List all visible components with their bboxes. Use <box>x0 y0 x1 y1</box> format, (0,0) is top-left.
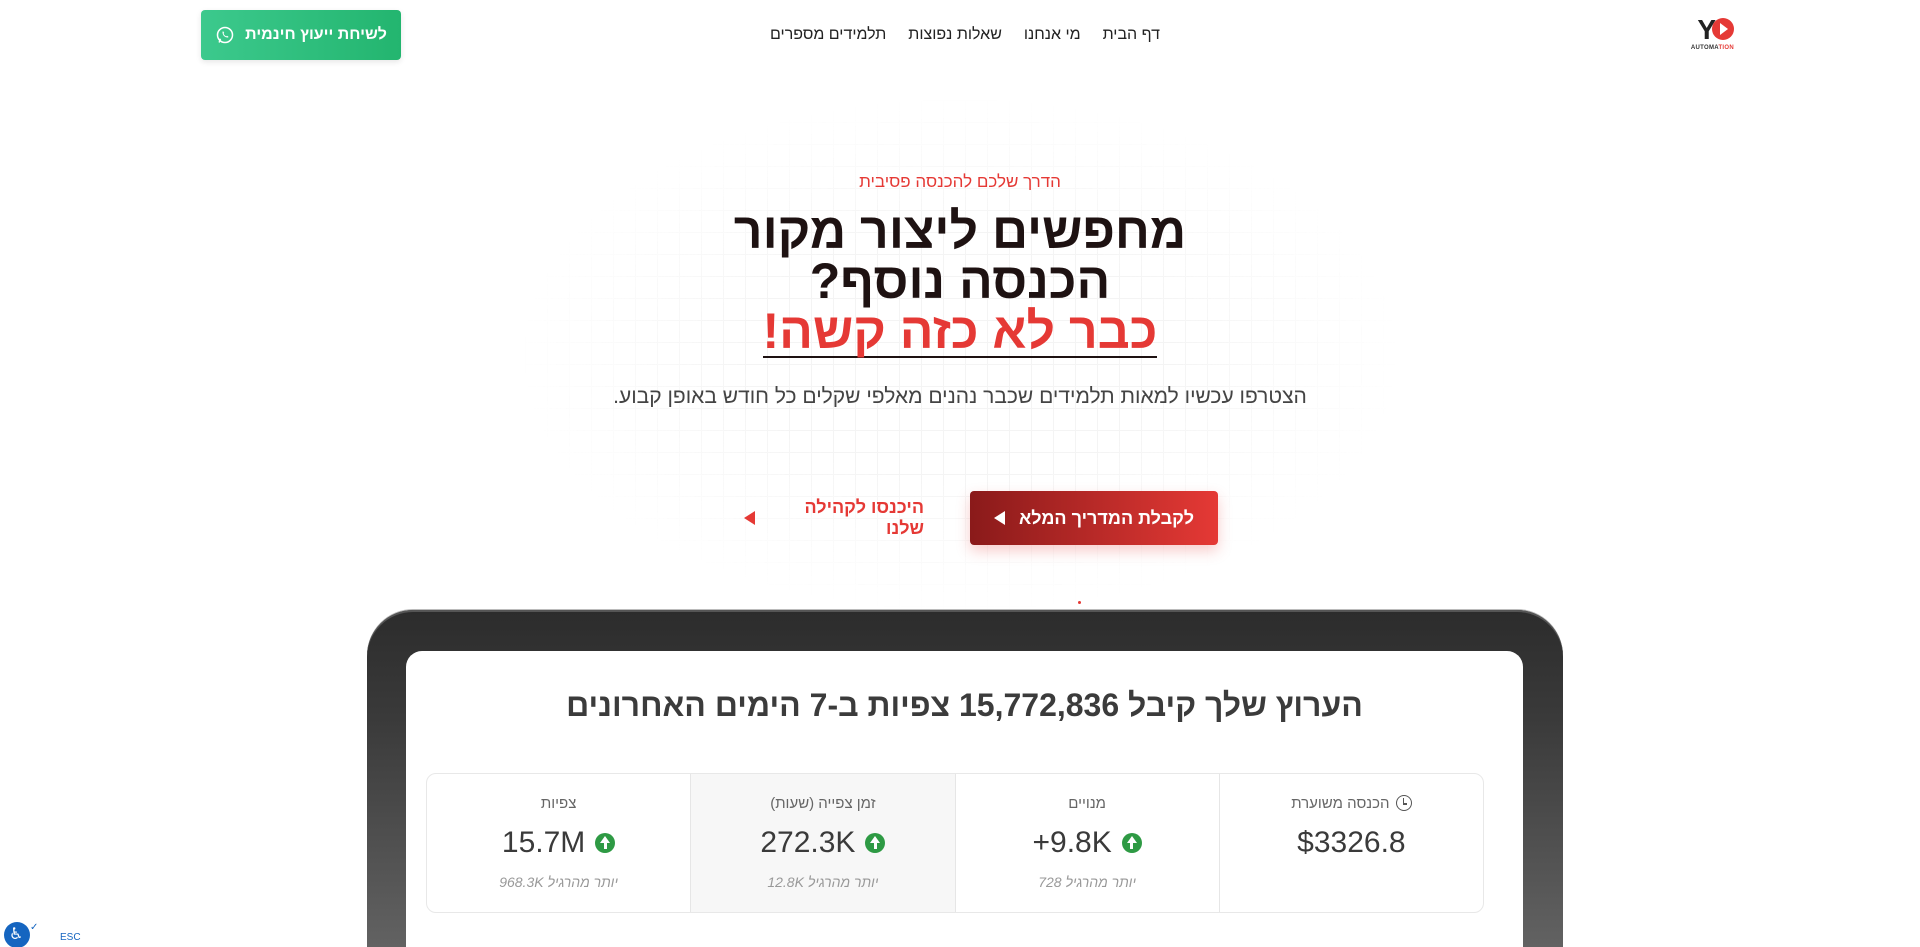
arrow-up-icon <box>1121 833 1142 853</box>
stat-value: 272.3K <box>760 826 856 859</box>
nav-item-home[interactable]: דף הבית <box>1103 26 1160 44</box>
nav-item-testimonials[interactable]: תלמידים מספרים <box>770 26 886 44</box>
accessibility-icon <box>4 922 30 947</box>
site-logo[interactable]: Y AUTOMATION <box>1688 16 1734 52</box>
stat-card-watch-time: זמן צפייה (שעות) 272.3K יותר מהרגיל 12.8… <box>690 774 955 912</box>
join-community-link[interactable]: היכנסו לקהילה שלנו <box>744 491 924 545</box>
accessibility-button[interactable]: ✓ <box>4 922 39 947</box>
clock-icon <box>1395 795 1412 811</box>
site-header: Y AUTOMATION דף הבית מי אנחנו שאלות נפוצ… <box>0 0 1920 70</box>
hero-title-line1: מחפשים ליצור מקור <box>733 203 1187 259</box>
decorative-dot <box>1078 601 1081 604</box>
laptop-screen: הערוץ שלך קיבל 15,772,836 צפיות ב-7 הימי… <box>406 651 1523 947</box>
stat-card-revenue: הכנסה משוערת $3326.8 <box>1218 774 1483 912</box>
stats-panel: הכנסה משוערת $3326.8 מנויים +9.8K יותר מ… <box>426 773 1484 913</box>
free-consult-button[interactable]: לשיחת ייעוץ חינמית <box>201 10 401 60</box>
stat-label: הכנסה משוערת <box>1291 794 1390 812</box>
dashboard-title: הערוץ שלך קיבל 15,772,836 צפיות ב-7 הימי… <box>566 687 1363 723</box>
stat-label: מנויים <box>1068 794 1106 812</box>
stat-card-subscribers: מנויים +9.8K יותר מהרגיל 728 <box>954 774 1219 912</box>
whatsapp-icon <box>216 26 234 44</box>
stat-sub: יותר מהרגיל 728 <box>1038 874 1137 890</box>
stat-label: זמן צפייה (שעות) <box>770 794 876 812</box>
stat-card-views: צפיות 15.7M יותר מהרגיל 968.3K <box>427 774 690 912</box>
hero-title: מחפשים ליצור מקור הכנסה נוסף? כבר לא כזה… <box>0 206 1920 358</box>
hero-eyebrow: הדרך שלכם להכנסה פסיבית <box>859 172 1061 191</box>
laptop-mockup: הערוץ שלך קיבל 15,772,836 צפיות ב-7 הימי… <box>367 610 1563 947</box>
stat-sub: יותר מהרגיל 968.3K <box>499 874 619 890</box>
stat-value: +9.8K <box>1032 826 1112 859</box>
stat-label: צפיות <box>540 794 577 812</box>
stat-value: 15.7M <box>501 826 586 859</box>
main-nav: דף הבית מי אנחנו שאלות נפוצות תלמידים מס… <box>770 26 1160 44</box>
stat-sub: יותר מהרגיל 12.8K <box>767 874 879 890</box>
logo-subtitle: AUTOMATION <box>1690 45 1734 51</box>
join-community-label: היכנסו לקהילה שלנו <box>804 497 924 538</box>
nav-item-about[interactable]: מי אנחנו <box>1024 26 1081 44</box>
logo-play-icon <box>1712 17 1734 40</box>
hero-title-accent: כבר לא כזה קשה! <box>762 303 1158 359</box>
esc-label: ESC <box>60 932 81 943</box>
get-guide-label: לקבלת המדריך המלא <box>1018 507 1195 528</box>
get-guide-button[interactable]: לקבלת המדריך המלא <box>970 491 1218 545</box>
check-icon: ✓ <box>30 922 39 933</box>
hero-lead: הצטרפו עכשיו למאות תלמידים שכבר נהנים מא… <box>613 385 1307 408</box>
arrow-left-icon <box>744 511 755 525</box>
hero-title-line2: הכנסה נוסף? <box>809 253 1111 309</box>
stat-value: $3326.8 <box>1297 826 1406 859</box>
free-consult-label: לשיחת ייעוץ חינמית <box>245 26 387 43</box>
arrow-up-icon <box>865 833 886 853</box>
arrow-up-icon <box>595 833 616 853</box>
arrow-left-icon <box>993 511 1005 525</box>
nav-item-faq[interactable]: שאלות נפוצות <box>908 26 1002 44</box>
